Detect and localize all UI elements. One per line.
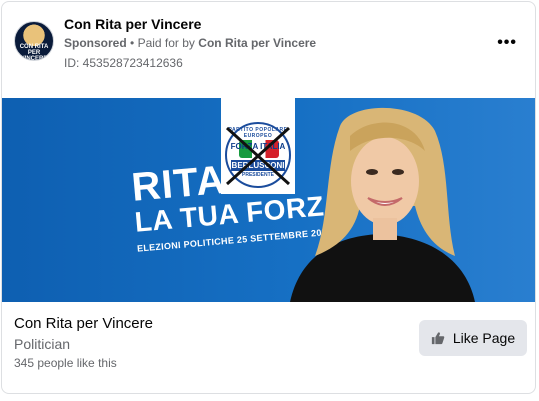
sponsored-label: Sponsored <box>64 36 127 50</box>
ad-footer: Con Rita per Vincere Politician 345 peop… <box>2 302 535 393</box>
like-page-button[interactable]: Like Page <box>419 320 527 356</box>
ad-card: CON RITA PER VINCERE Con Rita per Vincer… <box>1 1 536 394</box>
subline-prefix: ELEZIONI POLITICHE <box>136 235 235 254</box>
ad-banner-image[interactable]: PARTITO POPOLARE EUROPEO FORZA ITALIA BE… <box>2 98 535 302</box>
separator-dot: • <box>130 36 135 50</box>
avatar-text: CON RITA PER VINCERE <box>19 44 49 61</box>
page-name-link[interactable]: Con Rita per Vincere <box>64 16 201 32</box>
more-options-icon[interactable]: ••• <box>497 34 517 52</box>
footer-page-name[interactable]: Con Rita per Vincere <box>14 315 153 332</box>
thumbs-up-icon <box>431 332 445 345</box>
ad-id: ID: 453528723412636 <box>64 56 183 70</box>
footer-category: Politician <box>14 336 71 352</box>
footer-like-count: 345 people like this <box>14 356 117 370</box>
candidate-photo <box>290 107 475 302</box>
paid-for-by-prefix: Paid for by <box>137 36 195 50</box>
like-page-label: Like Page <box>452 330 516 346</box>
page-avatar[interactable]: CON RITA PER VINCERE <box>14 21 54 61</box>
ad-header: CON RITA PER VINCERE Con Rita per Vincer… <box>2 2 535 98</box>
sponsored-line: Sponsored • Paid for by Con Rita per Vin… <box>64 36 316 50</box>
paid-for-by-name: Con Rita per Vincere <box>198 36 317 50</box>
